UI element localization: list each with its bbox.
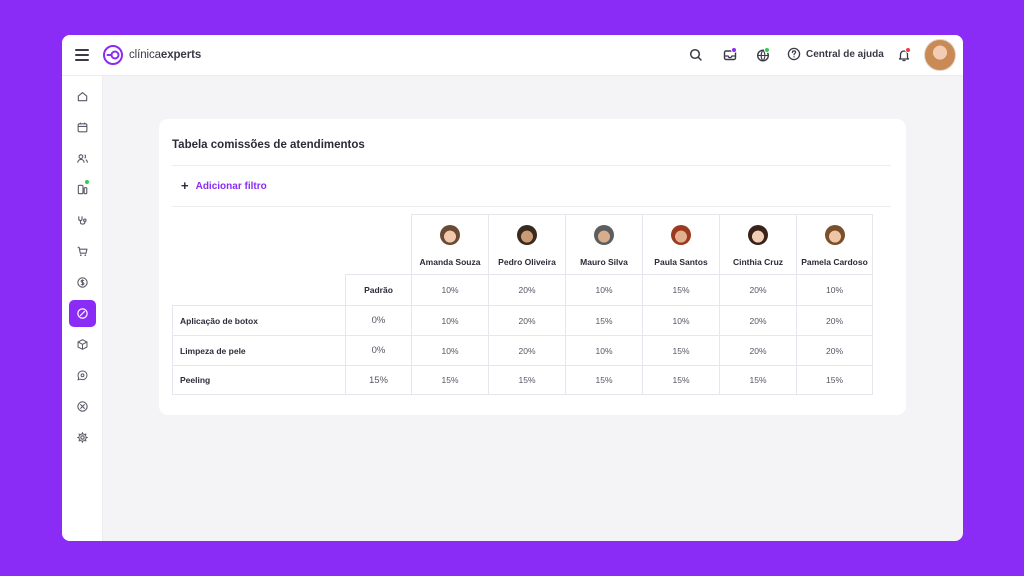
- search-icon[interactable]: [688, 47, 704, 63]
- standard-commission-cell[interactable]: 20%: [488, 274, 565, 305]
- standard-commission-cell[interactable]: 15%: [642, 274, 719, 305]
- standard-commission-cell[interactable]: 20%: [719, 274, 796, 305]
- calendar-icon: [77, 122, 88, 133]
- add-filter-label: Adicionar filtro: [195, 180, 267, 192]
- commission-cell[interactable]: 15%: [411, 365, 488, 395]
- professional-name: Mauro Silva: [580, 257, 628, 267]
- commission-cell[interactable]: 10%: [411, 335, 488, 365]
- professional-name: Pamela Cardoso: [801, 257, 868, 267]
- professional-header: Pamela Cardoso: [796, 214, 873, 274]
- globe-icon[interactable]: [755, 47, 771, 63]
- professional-header: Paula Santos: [642, 214, 719, 274]
- commission-cell[interactable]: 20%: [488, 305, 565, 335]
- inbox-badge: [731, 47, 737, 53]
- procedure-standard-cell[interactable]: 15%: [345, 365, 411, 395]
- professional-name: Amanda Souza: [419, 257, 481, 267]
- sidebar-item-cart[interactable]: [69, 238, 96, 265]
- avatar: [824, 225, 845, 245]
- top-bar: clínicaexperts Central de ajuda: [62, 35, 963, 76]
- standard-commission-cell[interactable]: 10%: [796, 274, 873, 305]
- commission-cell[interactable]: 20%: [488, 335, 565, 365]
- commission-cell[interactable]: 20%: [719, 335, 796, 365]
- procedure-standard-cell[interactable]: 0%: [345, 335, 411, 365]
- bell-icon[interactable]: [896, 47, 912, 63]
- dollar-icon: [77, 277, 88, 288]
- plus-icon: +: [181, 178, 189, 193]
- avatar: [440, 225, 460, 245]
- app-logo[interactable]: clínicaexperts: [102, 44, 201, 66]
- sidebar-item-calendar[interactable]: [69, 114, 96, 141]
- gear-icon: [77, 432, 88, 443]
- commission-cell[interactable]: 15%: [642, 335, 719, 365]
- stethoscope-icon: [78, 216, 87, 225]
- cart-icon: [77, 246, 88, 257]
- standard-commission-cell[interactable]: 10%: [565, 274, 642, 305]
- status-badge: [84, 179, 90, 185]
- avatar: [517, 225, 537, 245]
- commission-cell[interactable]: 15%: [719, 365, 796, 395]
- professional-header: Cinthia Cruz: [719, 214, 796, 274]
- sidebar-item-gear[interactable]: [69, 424, 96, 451]
- sidebar-item-device[interactable]: [69, 176, 96, 203]
- help-icon: [787, 47, 801, 61]
- commission-cell[interactable]: 10%: [411, 305, 488, 335]
- commission-cell[interactable]: 10%: [642, 305, 719, 335]
- avatar: [671, 225, 691, 245]
- sidebar-item-home[interactable]: [69, 83, 96, 110]
- professional-header: Amanda Souza: [411, 214, 488, 274]
- professional-name: Paula Santos: [654, 257, 708, 267]
- sidebar-item-dollar[interactable]: [69, 269, 96, 296]
- sidebar-item-box[interactable]: [69, 331, 96, 358]
- user-avatar[interactable]: [924, 39, 956, 71]
- commission-cell[interactable]: 15%: [565, 365, 642, 395]
- divider: [172, 165, 891, 166]
- commission-cell[interactable]: 20%: [719, 305, 796, 335]
- sidebar-item-users[interactable]: [69, 145, 96, 172]
- commission-table-card: Tabela comissões de atendimentos + Adici…: [159, 119, 906, 415]
- help-center-label: Central de ajuda: [806, 48, 884, 60]
- commission-icon: [77, 308, 88, 319]
- avatar: [748, 225, 768, 245]
- help-center-link[interactable]: Central de ajuda: [787, 47, 884, 61]
- standard-header: Padrão: [345, 274, 411, 305]
- sidebar-item-chat[interactable]: [69, 362, 96, 389]
- divider: [172, 206, 891, 207]
- app-window: clínicaexperts Central de ajuda Tabela c…: [62, 35, 963, 541]
- card-title: Tabela comissões de atendimentos: [172, 139, 365, 151]
- sidebar: [62, 76, 103, 541]
- logo-mark-icon: [103, 45, 123, 65]
- procedure-label: Aplicação de botox: [172, 305, 345, 335]
- commission-cell[interactable]: 15%: [488, 365, 565, 395]
- sidebar-item-stethoscope[interactable]: [69, 207, 96, 234]
- notification-badge: [905, 47, 911, 53]
- procedure-standard-cell[interactable]: 0%: [345, 305, 411, 335]
- chat-icon: [77, 370, 88, 381]
- sidebar-item-close-circle[interactable]: [69, 393, 96, 420]
- professional-header: Pedro Oliveira: [488, 214, 565, 274]
- professional-header: Mauro Silva: [565, 214, 642, 274]
- procedure-label: Peeling: [172, 365, 345, 395]
- users-icon: [77, 154, 88, 163]
- professional-name: Pedro Oliveira: [498, 257, 556, 267]
- inbox-icon[interactable]: [722, 47, 738, 63]
- commission-cell[interactable]: 15%: [642, 365, 719, 395]
- logo-text: clínicaexperts: [129, 49, 202, 61]
- professional-name: Cinthia Cruz: [732, 257, 784, 267]
- commission-cell[interactable]: 15%: [565, 305, 642, 335]
- commission-cell[interactable]: 20%: [796, 305, 873, 335]
- home-icon: [77, 92, 88, 102]
- menu-icon[interactable]: [75, 49, 89, 61]
- globe-badge: [764, 47, 770, 53]
- sidebar-item-commission[interactable]: [69, 300, 96, 327]
- close-circle-icon: [77, 401, 88, 412]
- standard-commission-cell[interactable]: 10%: [411, 274, 488, 305]
- avatar: [594, 225, 614, 245]
- commission-cell[interactable]: 10%: [565, 335, 642, 365]
- box-icon: [77, 339, 88, 350]
- commission-cell[interactable]: 15%: [796, 365, 873, 395]
- procedure-label: Limpeza de pele: [172, 335, 345, 365]
- commission-cell[interactable]: 20%: [796, 335, 873, 365]
- add-filter-button[interactable]: + Adicionar filtro: [181, 178, 267, 193]
